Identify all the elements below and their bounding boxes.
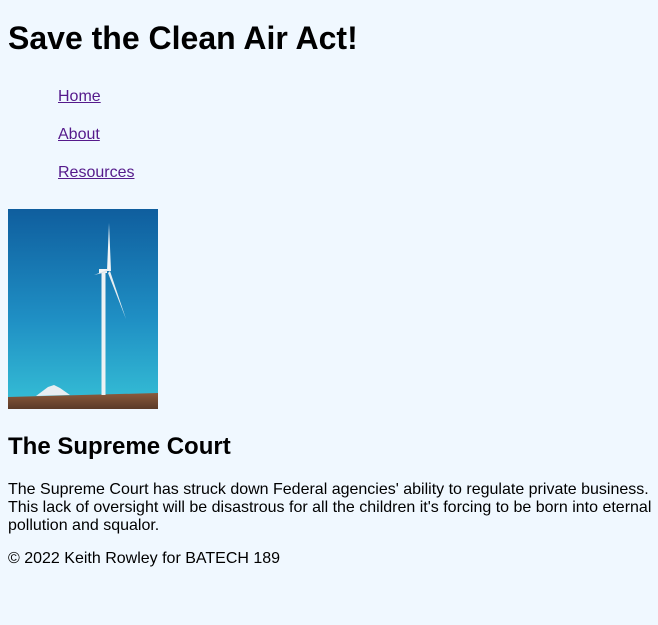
wind-turbine-image [8,209,158,409]
nav-item-home: Home [58,86,134,124]
section-heading: The Supreme Court [8,433,231,460]
nav-list: Home About Resources [58,86,134,200]
nav-link-about[interactable]: About [58,126,100,143]
nav-link-resources[interactable]: Resources [58,164,134,181]
nav-link-home[interactable]: Home [58,88,101,105]
page-title: Save the Clean Air Act! [8,20,358,56]
footer-text: © 2022 Keith Rowley for BATECH 189 [8,550,281,567]
section-paragraph: The Supreme Court has struck down Federa… [8,481,652,534]
turbine-tower [101,271,106,395]
nav-item-resources: Resources [58,162,134,200]
nav-item-about: About [58,124,134,162]
sky [8,209,158,409]
